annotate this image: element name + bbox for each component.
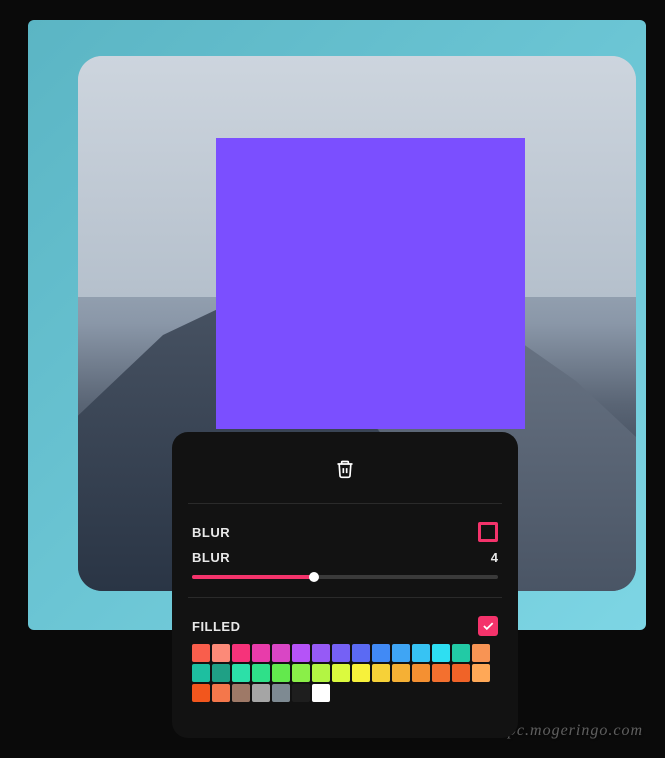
selection-shape[interactable] <box>216 138 525 429</box>
color-swatch[interactable] <box>212 644 230 662</box>
color-swatch[interactable] <box>232 664 250 682</box>
blur-section: BLUR BLUR 4 <box>192 504 498 597</box>
color-swatch[interactable] <box>372 664 390 682</box>
trash-icon <box>335 458 355 480</box>
color-swatch[interactable] <box>332 644 350 662</box>
check-icon <box>481 619 495 633</box>
color-swatch[interactable] <box>312 684 330 702</box>
color-swatch[interactable] <box>272 664 290 682</box>
color-swatch[interactable] <box>212 684 230 702</box>
delete-button[interactable] <box>335 458 355 485</box>
blur-value: 4 <box>491 550 498 565</box>
color-swatch[interactable] <box>392 644 410 662</box>
slider-thumb[interactable] <box>309 572 319 582</box>
color-swatch[interactable] <box>472 644 490 662</box>
color-swatch[interactable] <box>192 644 210 662</box>
color-swatch[interactable] <box>252 684 270 702</box>
color-swatch[interactable] <box>432 644 450 662</box>
color-swatch[interactable] <box>372 644 390 662</box>
filled-section: FILLED <box>192 598 498 720</box>
color-swatch[interactable] <box>272 644 290 662</box>
filled-checkbox[interactable] <box>478 616 498 636</box>
color-swatch[interactable] <box>412 664 430 682</box>
slider-fill <box>192 575 314 579</box>
color-swatch[interactable] <box>292 644 310 662</box>
color-swatch[interactable] <box>312 644 330 662</box>
color-swatch[interactable] <box>212 664 230 682</box>
color-swatch[interactable] <box>412 644 430 662</box>
color-swatch[interactable] <box>332 664 350 682</box>
outline-indicator[interactable] <box>478 522 498 542</box>
color-swatch[interactable] <box>352 644 370 662</box>
color-swatch[interactable] <box>432 664 450 682</box>
blur-slider-label: BLUR <box>192 550 230 565</box>
blur-toggle-label: BLUR <box>192 525 230 540</box>
filled-label: FILLED <box>192 619 241 634</box>
color-swatch[interactable] <box>452 664 470 682</box>
blur-slider[interactable] <box>192 575 498 579</box>
color-swatch[interactable] <box>392 664 410 682</box>
color-swatch[interactable] <box>312 664 330 682</box>
properties-popover: BLUR BLUR 4 FILLED <box>172 432 518 738</box>
color-swatch[interactable] <box>192 664 210 682</box>
watermark: pc.mogeringo.com <box>508 722 643 740</box>
color-swatch[interactable] <box>192 684 210 702</box>
color-swatch[interactable] <box>352 664 370 682</box>
color-swatch[interactable] <box>472 664 490 682</box>
color-swatch[interactable] <box>292 684 310 702</box>
color-swatch[interactable] <box>252 644 270 662</box>
color-swatch[interactable] <box>272 684 290 702</box>
color-swatch[interactable] <box>452 644 470 662</box>
color-swatch[interactable] <box>232 644 250 662</box>
color-swatch[interactable] <box>232 684 250 702</box>
popover-header <box>192 450 498 503</box>
color-palette <box>192 644 498 702</box>
color-swatch[interactable] <box>252 664 270 682</box>
color-swatch[interactable] <box>292 664 310 682</box>
